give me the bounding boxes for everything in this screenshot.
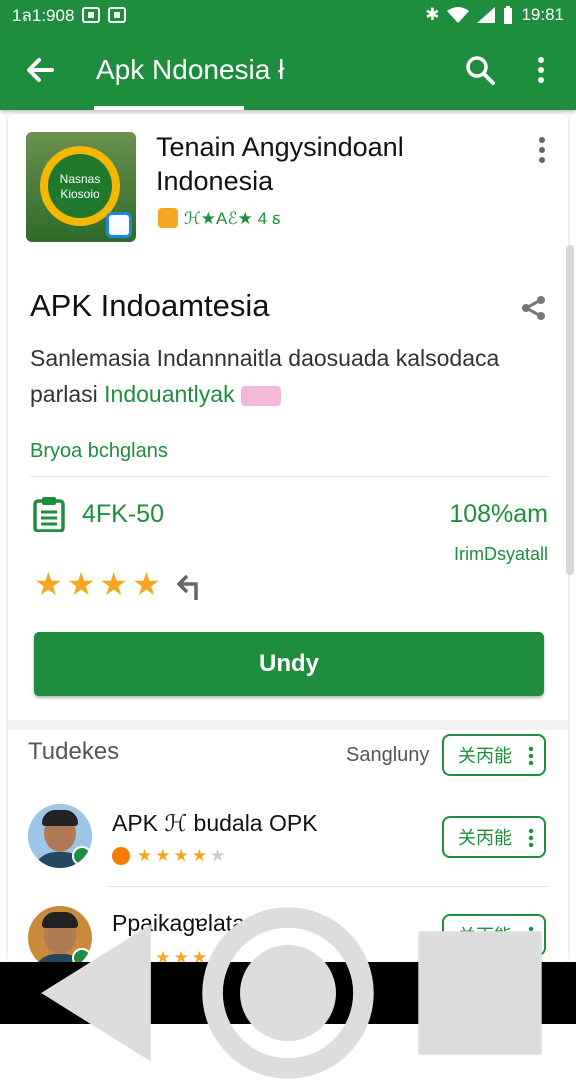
star-icon: ★ <box>173 846 189 865</box>
star-empty-icon: ★ <box>210 846 226 865</box>
more-vert-icon[interactable] <box>526 52 556 88</box>
app-rating-row: ℋ★Aℰ★ 4 ꟙ <box>158 206 280 229</box>
sort-label[interactable]: Sangluny <box>346 744 429 767</box>
card-more-icon[interactable] <box>536 136 548 164</box>
scrollbar[interactable] <box>566 245 574 575</box>
clipboard-icon <box>33 497 65 532</box>
app-badge-icon <box>106 212 132 238</box>
filter-button[interactable]: 关丙能 <box>442 734 546 776</box>
review-action-button[interactable]: 关丙能 <box>442 816 546 858</box>
search-icon[interactable] <box>462 52 498 88</box>
star-rating[interactable]: ★ ★ ★ ★ <box>34 568 161 600</box>
avatar[interactable] <box>28 804 92 868</box>
notification-icon-2 <box>108 7 127 23</box>
star-icon: ★ <box>132 566 161 602</box>
reviews-title: Tudekes <box>28 738 120 765</box>
status-time: 19:81 <box>521 5 564 24</box>
star-icon: ★ <box>155 846 171 865</box>
section-label[interactable]: Bryoa bchglans <box>30 440 168 463</box>
status-bar: 1ล1:908 ✱ 19:81 <box>0 0 576 30</box>
app-rating-text: ℋ★Aℰ★ 4 ꟙ <box>184 209 281 228</box>
section-separator <box>8 720 568 730</box>
star-icon: ★ <box>99 566 129 602</box>
star-icon: ★ <box>191 846 207 865</box>
status-left-text: 1ล1:908 <box>12 5 75 25</box>
install-button[interactable]: Undy <box>34 632 544 696</box>
tab-indicator <box>94 106 244 110</box>
app-icon[interactable]: Nasnas Kiosoio <box>26 132 136 242</box>
star-icon: ★ <box>66 566 96 602</box>
recents-nav-icon[interactable] <box>384 897 576 1089</box>
review-stars: ★ ★ ★ ★ ★ <box>112 846 225 866</box>
filter-label: 关丙能 <box>458 746 512 766</box>
category-icon <box>158 207 178 228</box>
more-vert-icon <box>528 746 534 766</box>
home-nav-icon[interactable] <box>192 897 384 1089</box>
user-badge-icon <box>112 847 130 865</box>
back-arrow-icon[interactable] <box>22 52 58 88</box>
review-author: APK ℋ budala OPK <box>112 810 318 836</box>
app-toolbar: Apk Ndonesia ł <box>0 30 576 110</box>
review-action-label: 关丙能 <box>458 828 512 848</box>
signal-icon <box>477 7 496 23</box>
bluetooth-icon: ✱ <box>425 5 440 24</box>
size-value: 108%am <box>449 500 548 528</box>
divider <box>108 886 548 887</box>
notification-icon <box>82 7 101 23</box>
version-value: 4FK-50 <box>82 500 164 528</box>
battery-icon <box>504 6 513 24</box>
app-detail-card: Nasnas Kiosoio Tenain Angysindoanl Indon… <box>8 114 568 962</box>
toolbar-title: Apk Ndonesia ł <box>96 54 285 85</box>
detail-heading: APK Indoamtesia <box>30 288 270 323</box>
verified-icon <box>72 846 92 866</box>
share-icon[interactable] <box>520 294 548 322</box>
undo-icon[interactable] <box>176 574 206 600</box>
star-icon: ★ <box>34 566 63 602</box>
description: Sanlemasia Indannnaitla daosuada kalsoda… <box>30 340 550 412</box>
description-link[interactable]: Indouantlyak <box>104 381 234 407</box>
star-icon: ★ <box>137 846 153 865</box>
app-icon-label: Nasnas Kiosoio <box>48 154 112 218</box>
tag-badge <box>240 385 281 406</box>
more-vert-icon <box>528 828 534 848</box>
wifi-icon <box>447 7 470 23</box>
system-nav-bar <box>0 907 576 1079</box>
app-title: Tenain Angysindoanl Indonesia <box>156 132 404 196</box>
size-label: IrimDsyatall <box>453 544 548 564</box>
divider <box>30 476 548 477</box>
back-nav-icon[interactable] <box>0 897 192 1089</box>
